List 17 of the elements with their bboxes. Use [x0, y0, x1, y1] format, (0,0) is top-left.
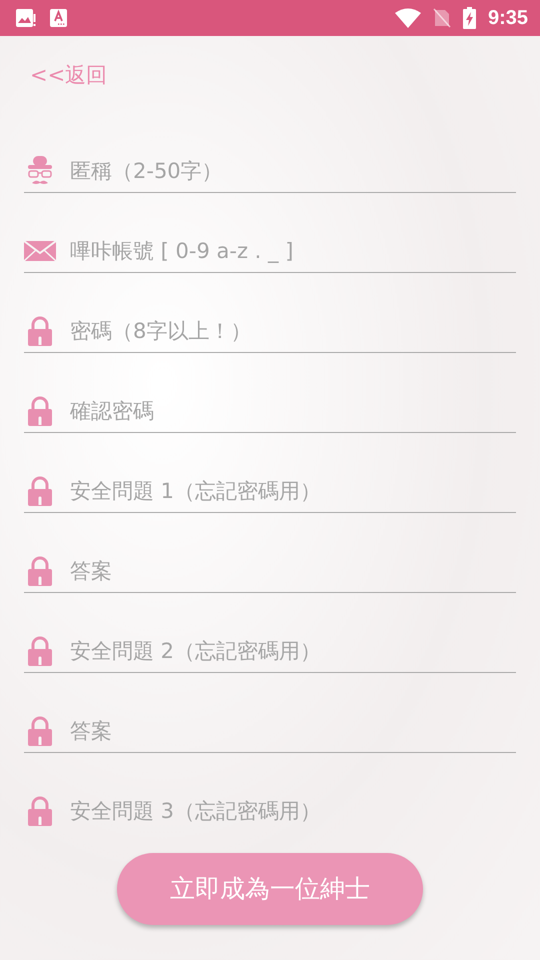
input-field[interactable]: 答案	[70, 714, 516, 748]
image-alert-icon	[16, 9, 36, 27]
register-button[interactable]: 立即成為一位紳士	[117, 852, 423, 924]
clock-time: 9:35	[488, 6, 528, 30]
input-field[interactable]: 安全問題 3（忘記密碼用）	[70, 794, 516, 827]
input-field[interactable]: 安全問題 2（忘記密碼用）	[70, 634, 516, 668]
no-sim-icon	[432, 8, 451, 28]
input-field[interactable]: 嗶咔帳號 [ 0-9 a-z . _ ]	[70, 234, 516, 268]
input-field[interactable]: 密碼（8字以上！）	[70, 314, 516, 348]
wifi-icon	[394, 8, 421, 28]
input-field[interactable]: 確認密碼	[70, 394, 516, 428]
battery-charging-icon	[462, 7, 476, 29]
input-field[interactable]: 匿稱（2-50字）	[70, 154, 516, 188]
input-field[interactable]: 答案	[70, 554, 516, 588]
text-icon	[50, 9, 67, 27]
input-field[interactable]: 安全問題 1（忘記密碼用）	[70, 474, 516, 508]
back-link[interactable]: <<返回	[30, 60, 108, 88]
